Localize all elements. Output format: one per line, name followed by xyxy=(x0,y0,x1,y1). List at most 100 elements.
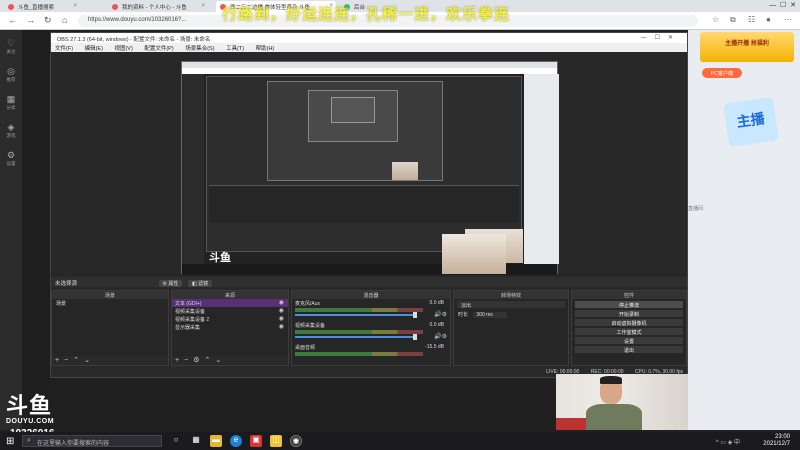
source-item[interactable]: 视频采集设备 ◉ xyxy=(172,307,288,315)
eye-icon[interactable]: ◉ xyxy=(279,315,284,322)
studio-mode-button[interactable]: 工作室模式 xyxy=(575,328,683,336)
up-icon[interactable]: ⌃ xyxy=(73,357,79,364)
back-icon[interactable]: ← xyxy=(8,15,17,25)
task-view-icon[interactable]: ○ xyxy=(170,435,182,447)
preview-right-page xyxy=(524,74,559,264)
sources-dock: 来源 文本 (GDI+) ◉ 视频采集设备 ◉ 视频采集设备 2 ◉ 显示器采集 ◉ +… xyxy=(171,290,289,366)
remove-icon[interactable]: − xyxy=(184,357,188,364)
volume-knob[interactable] xyxy=(413,312,417,318)
transition-select[interactable]: 淡出 xyxy=(457,301,565,309)
sidebar-item-settings[interactable]: ⚙ 设置 xyxy=(2,150,20,167)
profile-icon[interactable]: ● xyxy=(766,15,771,24)
stop-streaming-button[interactable]: 停止推流 xyxy=(575,301,683,309)
up-icon[interactable]: ⌃ xyxy=(204,357,210,364)
browser-tab[interactable]: 我的资料 - 个人中心 - 斗鱼 × xyxy=(108,1,208,12)
widgets-icon[interactable]: ▦ xyxy=(190,435,202,447)
down-icon[interactable]: ⌄ xyxy=(84,357,90,364)
window-controls[interactable]: — ☐ ✕ xyxy=(769,1,796,9)
sidebar-item-game[interactable]: ◈ 游戏 xyxy=(2,122,20,139)
reload-icon[interactable]: ↻ xyxy=(44,15,52,26)
duration-input[interactable]: 300 ms xyxy=(473,312,507,318)
promo-banner[interactable]: 主播开播 抢福利 xyxy=(700,32,794,62)
add-icon[interactable]: + xyxy=(175,357,179,364)
sidebar-label: 分类 xyxy=(6,105,16,110)
eye-icon[interactable]: ◉ xyxy=(279,299,284,306)
exit-button[interactable]: 退出 xyxy=(575,346,683,354)
gear-icon[interactable]: ⚙ xyxy=(193,357,199,364)
down-icon[interactable]: ⌄ xyxy=(215,357,221,364)
app-yellow-icon[interactable]: ◫ xyxy=(270,435,282,447)
taskbar-clock[interactable]: 23:00 2021/12/7 xyxy=(763,434,790,448)
source-item[interactable]: 显示器采集 ◉ xyxy=(172,323,288,331)
menu-icon[interactable]: ⋯ xyxy=(784,15,792,24)
close-tab-icon[interactable]: × xyxy=(201,3,205,9)
speaker-icon[interactable]: 🔊⚙ xyxy=(434,333,447,340)
volume-slider[interactable] xyxy=(295,314,415,316)
menu-view[interactable]: 视图(V) xyxy=(114,46,132,52)
source-item[interactable]: 视频采集设备 2 ◉ xyxy=(172,315,288,323)
no-source-label: 未选择源 xyxy=(55,281,78,287)
menu-profile[interactable]: 配置文件(P) xyxy=(144,46,173,52)
taskbar-search[interactable]: ⌕ 在这里输入你要搜索的内容 xyxy=(22,435,162,447)
system-tray[interactable]: ^ ▭ ◈ 中 xyxy=(716,437,740,446)
pc-client-button[interactable]: PC客户端 xyxy=(702,68,742,78)
settings-button[interactable]: 设置 xyxy=(575,337,683,345)
star-icon[interactable]: ☆ xyxy=(712,15,719,24)
anchor-sticker: 主播 xyxy=(723,96,779,148)
extensions-icon[interactable]: ⧉ xyxy=(730,15,736,25)
clock-time: 23:00 xyxy=(774,434,790,440)
search-icon: ⌕ xyxy=(27,437,31,444)
grid-icon: ▦ xyxy=(6,94,16,104)
menu-file[interactable]: 文件(F) xyxy=(55,46,73,52)
app-red-icon[interactable]: ▣ xyxy=(250,435,262,447)
webcam-person-hair xyxy=(600,376,622,384)
volume-slider[interactable] xyxy=(295,336,415,338)
browser-tab[interactable]: 斗鱼_直播搜索 × xyxy=(4,1,80,12)
mixer-channel: 桌面音频 -15.5 dB xyxy=(292,343,450,365)
mixer-channel: 麦克风/Aux 0.0 dB 🔊⚙ xyxy=(292,299,450,321)
collections-icon[interactable]: ☷ xyxy=(748,15,755,24)
duration-label: 时长 xyxy=(458,312,469,318)
filters-button[interactable]: ◧ 滤镜 xyxy=(187,280,213,287)
nested-docks xyxy=(209,185,519,223)
home-icon[interactable]: ⌂ xyxy=(62,15,67,25)
add-icon[interactable]: + xyxy=(55,357,59,364)
obs-window-controls[interactable]: —☐✕ xyxy=(641,34,681,41)
forward-icon[interactable]: → xyxy=(26,15,35,25)
sidebar-label: 推荐 xyxy=(6,77,16,82)
scenes-dock: 场景 场景 + − ⌃ ⌄ xyxy=(51,290,169,366)
eye-icon[interactable]: ◉ xyxy=(279,307,284,314)
close-tab-icon[interactable]: × xyxy=(73,3,77,9)
start-recording-button[interactable]: 开始录制 xyxy=(575,310,683,318)
sidebar-label: 关注 xyxy=(6,49,16,54)
source-toolbar: 未选择源 ⚙ 属性 ◧ 滤镜 xyxy=(51,277,687,287)
obs-preview[interactable]: 斗鱼 xyxy=(181,61,559,275)
menu-help[interactable]: 帮助(H) xyxy=(256,46,275,52)
obs-app-icon[interactable]: ◉ xyxy=(290,435,302,447)
channel-name: 桌面音频 xyxy=(295,345,316,351)
properties-button[interactable]: ⚙ 属性 xyxy=(158,280,183,287)
scene-item[interactable]: 场景 xyxy=(52,299,168,307)
obs-menu-bar: 文件(F) 编辑(E) 视图(V) 配置文件(P) 场景集合(S) 工具(T) … xyxy=(51,43,687,52)
nested-preview-3 xyxy=(331,97,375,123)
tab-label: 我的资料 - 个人中心 - 斗鱼 xyxy=(122,5,187,11)
edge-browser-icon[interactable]: e xyxy=(230,435,242,447)
source-item[interactable]: 文本 (GDI+) ◉ xyxy=(172,299,288,307)
menu-scene-collection[interactable]: 场景集合(S) xyxy=(185,46,214,52)
overlay-banner-text: 行路到，好运连连，孔稀一进，欢乐拳连 xyxy=(222,6,511,23)
menu-tools[interactable]: 工具(T) xyxy=(226,46,244,52)
sidebar-item-category[interactable]: ▦ 分类 xyxy=(2,94,20,111)
channel-db: 0.0 dB xyxy=(429,322,444,328)
virtual-camera-button[interactable]: 启动虚拟摄像机 xyxy=(575,319,683,327)
menu-edit[interactable]: 编辑(E) xyxy=(85,46,103,52)
volume-knob[interactable] xyxy=(413,334,417,340)
eye-icon[interactable]: ◉ xyxy=(279,323,284,330)
file-explorer-icon[interactable]: ▬ xyxy=(210,435,222,447)
remove-icon[interactable]: − xyxy=(64,357,68,364)
speaker-icon[interactable]: 🔊⚙ xyxy=(434,311,447,318)
sidebar-item-recommend[interactable]: ◎ 推荐 xyxy=(2,66,20,83)
obs-window: OBS 27.1.3 (64-bit, windows) - 配置文件: 未命名… xyxy=(50,32,688,378)
nested-preview-2 xyxy=(308,90,398,142)
sidebar-item-follow[interactable]: ♡ 关注 xyxy=(2,38,20,55)
windows-start-icon[interactable]: ⊞ xyxy=(6,436,14,447)
